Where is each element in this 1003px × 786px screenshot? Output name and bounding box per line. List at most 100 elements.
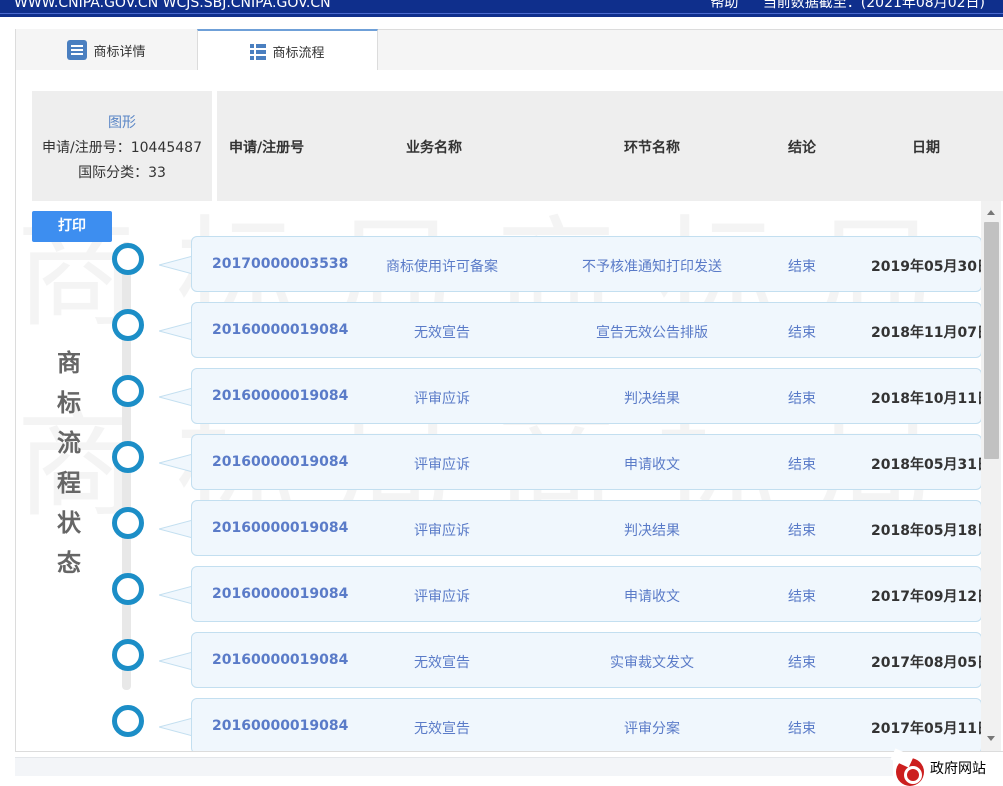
- gov-site-label: 政府网站: [930, 761, 986, 777]
- timeline-node-icon: [112, 639, 144, 671]
- timeline-node-icon: [112, 705, 144, 737]
- row-reg-no: 20170000003538: [212, 256, 349, 272]
- process-row: 20160000019084 评审应诉 申请收文 结束 2017年09月12日: [16, 566, 991, 632]
- bubble-pointer: [159, 388, 193, 406]
- header-reg-no: 申请/注册号: [229, 140, 305, 156]
- process-panel: 商标局商标局商标局商标局 图形 申请/注册号：10445487 国际分类：33 …: [15, 70, 1003, 752]
- row-step: 判决结果: [624, 391, 680, 407]
- row-business: 评审应诉: [414, 589, 470, 605]
- help-link[interactable]: 帮助: [710, 0, 738, 11]
- tab-bar: 商标详情 商标流程: [15, 29, 1003, 72]
- process-row-card: 20160000019084 评审应诉 判决结果 结束 2018年10月11日: [191, 368, 991, 424]
- row-result: 结束: [788, 259, 816, 275]
- row-result: 结束: [788, 721, 816, 737]
- process-row: 20170000003538 商标使用许可备案 不予核准通知打印发送 结束 2019年0…: [16, 236, 991, 302]
- row-date: 2017年09月12日: [871, 589, 991, 605]
- row-result: 结束: [788, 655, 816, 671]
- process-row-card: 20160000019084 无效宣告 评审分案 结束 2017年05月11日: [191, 698, 991, 751]
- trademark-image-link[interactable]: 图形: [32, 111, 212, 136]
- scroll-down-arrow-icon[interactable]: [981, 730, 1001, 748]
- process-row-card: 20160000019084 无效宣告 宣告无效公告排版 结束 2018年11月07日: [191, 302, 991, 358]
- data-date: 当前数据截至：(2021年08月02日): [762, 0, 985, 11]
- row-reg-no: 20160000019084: [212, 520, 349, 536]
- bubble-pointer: [159, 718, 193, 736]
- tab-trademark-detail[interactable]: 商标详情: [16, 29, 197, 71]
- process-row-card: 20160000019084 无效宣告 实审裁文发文 结束 2017年08月05日: [191, 632, 991, 688]
- timeline-node-icon: [112, 441, 144, 473]
- row-result: 结束: [788, 391, 816, 407]
- row-business: 无效宣告: [414, 721, 470, 737]
- process-row: 20160000019084 评审应诉 判决结果 结束 2018年10月11日: [16, 368, 991, 434]
- process-row: 20160000019084 无效宣告 评审分案 结束 2017年05月11日: [16, 698, 991, 751]
- row-date: 2018年05月18日: [871, 523, 991, 539]
- scroll-up-arrow-icon[interactable]: [981, 204, 1001, 222]
- row-result: 结束: [788, 325, 816, 341]
- header-date: 日期: [912, 140, 940, 156]
- row-date: 2019年05月30日: [871, 259, 991, 275]
- row-reg-no: 20160000019084: [212, 388, 349, 404]
- row-date: 2017年08月05日: [871, 655, 991, 671]
- row-reg-no: 20160000019084: [212, 454, 349, 470]
- timeline-node-icon: [112, 309, 144, 341]
- process-row: 20160000019084 评审应诉 申请收文 结束 2018年05月31日: [16, 434, 991, 500]
- site-urls: WWW.CNIPA.GOV.CN WCJS.SBJ.CNIPA.GOV.CN: [14, 0, 331, 11]
- row-business: 无效宣告: [414, 325, 470, 341]
- row-step: 评审分案: [624, 721, 680, 737]
- header-step: 环节名称: [624, 140, 680, 156]
- registration-number: 申请/注册号：10445487: [42, 140, 202, 156]
- bubble-pointer: [159, 586, 193, 604]
- table-header: 申请/注册号 业务名称 环节名称 结论 日期: [217, 91, 1003, 201]
- process-row-card: 20160000019084 评审应诉 申请收文 结束 2017年09月12日: [191, 566, 991, 622]
- timeline-node-icon: [112, 573, 144, 605]
- international-class: 国际分类：33: [78, 165, 166, 181]
- row-step: 不予核准通知打印发送: [582, 259, 722, 275]
- row-business: 评审应诉: [414, 457, 470, 473]
- row-reg-no: 20160000019084: [212, 718, 349, 734]
- list-icon: [250, 43, 267, 60]
- row-date: 2018年11月07日: [871, 325, 991, 341]
- row-reg-no: 20160000019084: [212, 322, 349, 338]
- row-reg-no: 20160000019084: [212, 652, 349, 668]
- top-right: 帮助 当前数据截至：(2021年08月02日): [690, 0, 985, 12]
- gov-site-badge[interactable]: 政府网站: [893, 754, 1003, 786]
- header-result: 结论: [788, 140, 816, 156]
- header-business: 业务名称: [406, 140, 462, 156]
- document-icon: [67, 40, 88, 60]
- process-row: 20160000019084 无效宣告 实审裁文发文 结束 2017年08月05日: [16, 632, 991, 698]
- row-date: 2018年10月11日: [871, 391, 991, 407]
- bubble-pointer: [159, 454, 193, 472]
- timeline-node-icon: [112, 243, 144, 275]
- row-business: 无效宣告: [414, 655, 470, 671]
- scroll-thumb[interactable]: [984, 222, 999, 459]
- row-step: 宣告无效公告排版: [596, 325, 708, 341]
- bubble-pointer: [159, 652, 193, 670]
- row-date: 2018年05月31日: [871, 457, 991, 473]
- gov-site-logo-icon: [896, 758, 924, 786]
- row-business: 评审应诉: [414, 391, 470, 407]
- row-business: 商标使用许可备案: [386, 259, 498, 275]
- row-business: 评审应诉: [414, 523, 470, 539]
- process-row-card: 20170000003538 商标使用许可备案 不予核准通知打印发送 结束 2019年0…: [191, 236, 991, 292]
- tab-trademark-process[interactable]: 商标流程: [197, 29, 378, 72]
- bubble-pointer: [159, 256, 193, 274]
- row-result: 结束: [788, 457, 816, 473]
- timeline-node-icon: [112, 375, 144, 407]
- process-row-card: 20160000019084 评审应诉 申请收文 结束 2018年05月31日: [191, 434, 991, 490]
- row-date: 2017年05月11日: [871, 721, 991, 737]
- row-result: 结束: [788, 589, 816, 605]
- row-step: 判决结果: [624, 523, 680, 539]
- tab-label: 商标流程: [272, 46, 325, 61]
- process-row: 20160000019084 无效宣告 宣告无效公告排版 结束 2018年11月07日: [16, 302, 991, 368]
- row-step: 实审裁文发文: [610, 655, 694, 671]
- footer-bar: [15, 757, 1003, 776]
- scrollbar[interactable]: [981, 201, 1001, 751]
- process-row: 20160000019084 评审应诉 判决结果 结束 2018年05月18日: [16, 500, 991, 566]
- row-step: 申请收文: [624, 457, 680, 473]
- row-step: 申请收文: [624, 589, 680, 605]
- trademark-info-box: 图形 申请/注册号：10445487 国际分类：33: [32, 91, 212, 201]
- bubble-pointer: [159, 322, 193, 340]
- bubble-pointer: [159, 520, 193, 538]
- process-row-card: 20160000019084 评审应诉 判决结果 结束 2018年05月18日: [191, 500, 991, 556]
- tab-label: 商标详情: [93, 44, 146, 60]
- row-result: 结束: [788, 523, 816, 539]
